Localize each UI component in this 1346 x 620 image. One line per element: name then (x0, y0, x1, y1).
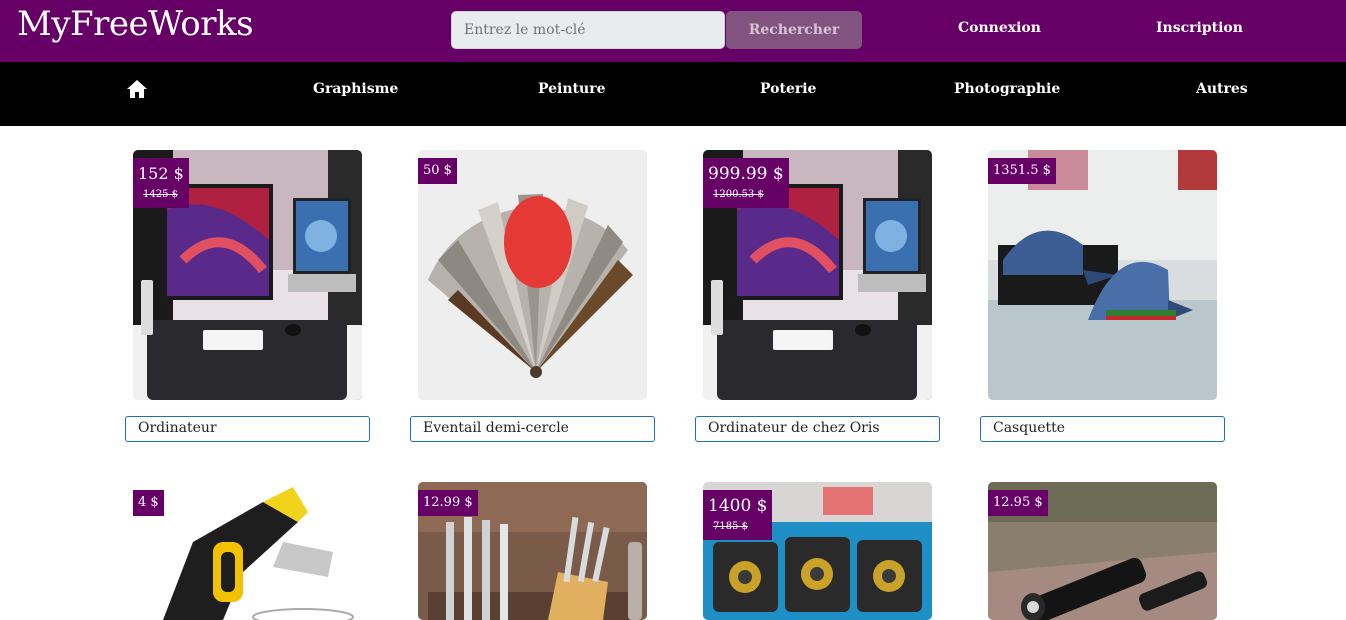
price-badge: 1400 $ 7185 $ (703, 490, 773, 540)
search-button[interactable]: Rechercher (726, 11, 862, 49)
product-image-stapler[interactable] (133, 482, 362, 620)
top-header: MyFreeWorks Rechercher Connexion Inscrip… (0, 0, 1346, 62)
price-badge: 1351.5 $ (988, 158, 1056, 184)
product-image-fan[interactable] (418, 150, 647, 400)
price-badge: 50 $ (418, 158, 457, 184)
price-badge: 152 $ 1425 $ (133, 158, 189, 208)
price-badge: 12.95 $ (988, 490, 1048, 516)
login-link[interactable]: Connexion (958, 20, 1041, 36)
price-old: 1200.53 $ (713, 189, 764, 200)
nav-item-autres[interactable]: Autres (1196, 81, 1248, 97)
price-current: 1400 $ (708, 496, 768, 516)
nav-item-graphisme[interactable]: Graphisme (313, 81, 398, 97)
price-badge: 999.99 $ 1200.53 $ (703, 158, 789, 208)
price-current: 152 $ (138, 164, 184, 183)
price-current: 4 $ (138, 495, 159, 510)
home-icon[interactable] (126, 79, 148, 99)
product-title[interactable]: Ordinateur (125, 416, 370, 442)
nav-item-peinture[interactable]: Peinture (538, 81, 605, 97)
price-badge: 4 $ (133, 490, 164, 516)
price-current: 1351.5 $ (993, 163, 1051, 178)
search-input[interactable] (451, 11, 725, 49)
price-current: 12.95 $ (993, 495, 1043, 510)
product-title[interactable]: Ordinateur de chez Oris (695, 416, 940, 442)
signup-link[interactable]: Inscription (1156, 20, 1243, 36)
product-image-caps[interactable] (988, 150, 1217, 400)
price-badge: 12.99 $ (418, 490, 478, 516)
site-logo[interactable]: MyFreeWorks (17, 4, 254, 44)
price-old: 7185 $ (713, 521, 748, 532)
nav-item-poterie[interactable]: Poterie (760, 81, 816, 97)
price-old: 1425 $ (143, 189, 178, 200)
category-navbar: Graphisme Peinture Poterie Photographie … (0, 62, 1346, 126)
product-title[interactable]: Eventail demi-cercle (410, 416, 655, 442)
price-current: 999.99 $ (708, 164, 784, 184)
nav-item-photographie[interactable]: Photographie (954, 81, 1060, 97)
price-current: 50 $ (423, 163, 452, 178)
price-current: 12.99 $ (423, 495, 473, 510)
product-title[interactable]: Casquette (980, 416, 1225, 442)
